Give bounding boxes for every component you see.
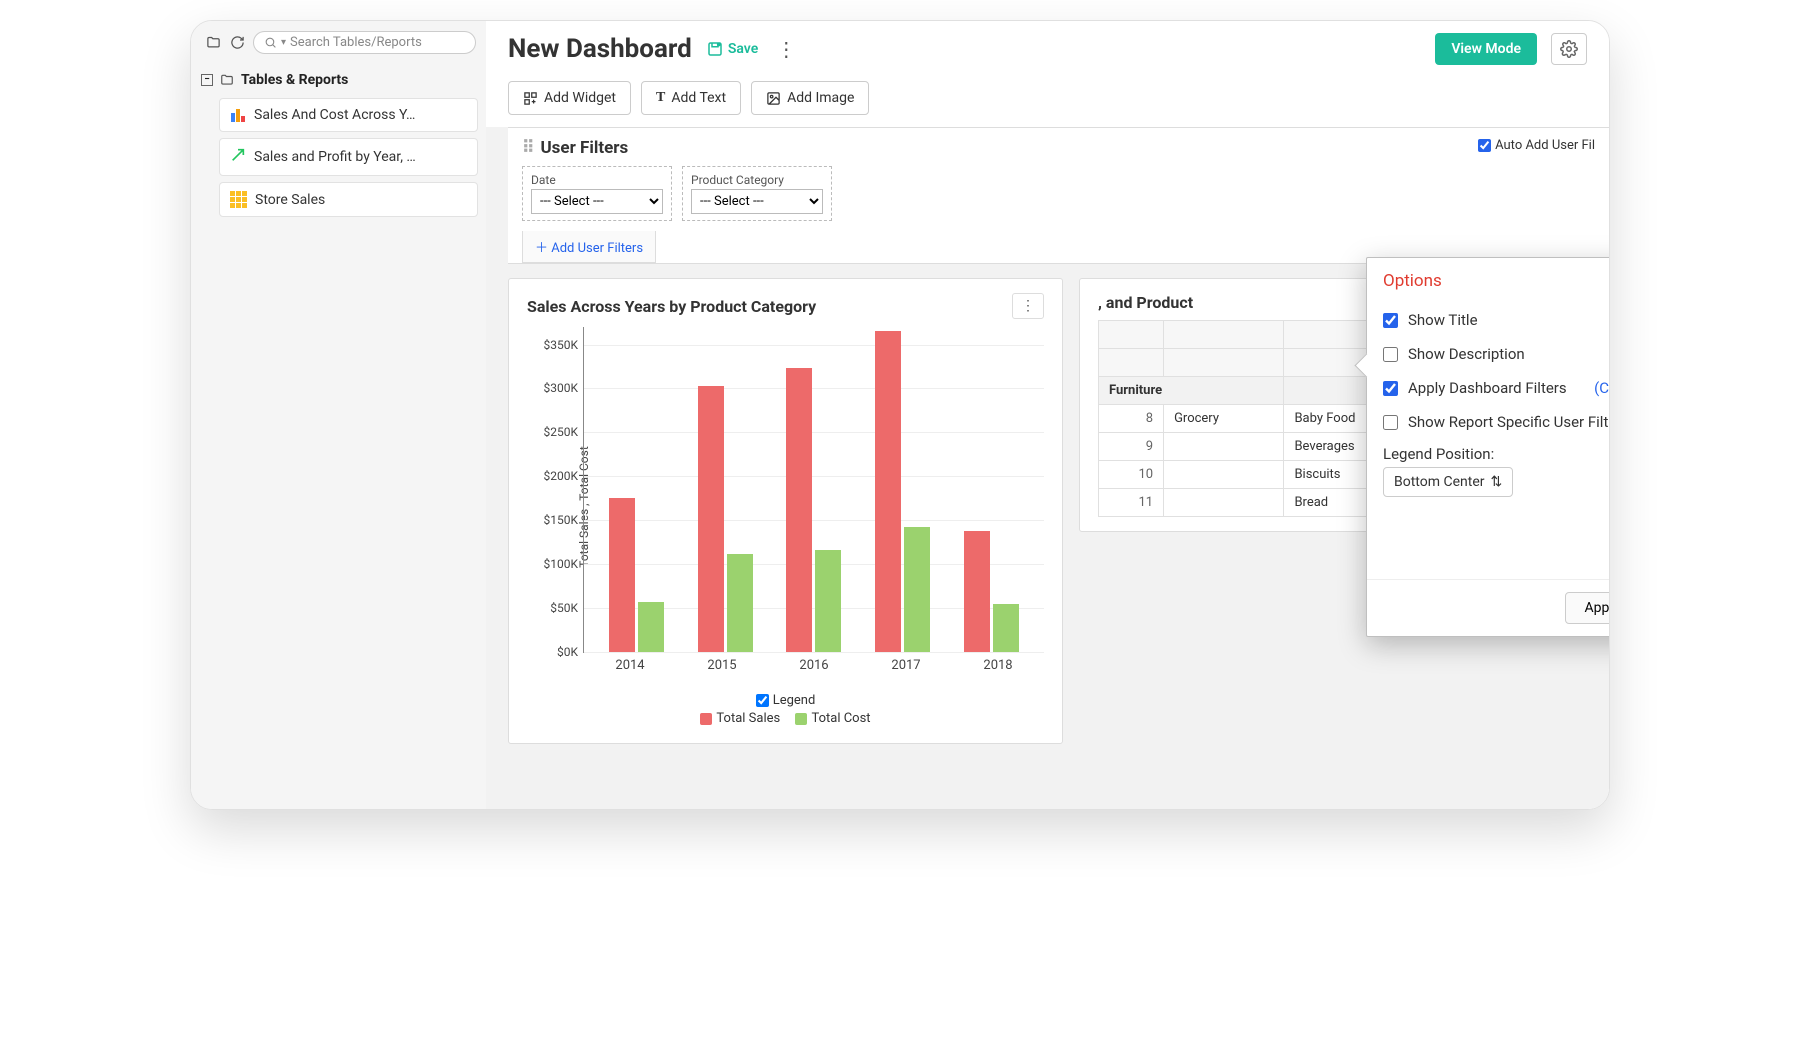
chart-options-menu[interactable]: ⋮ — [1012, 293, 1044, 319]
chart-title: Sales Across Years by Product Category — [527, 297, 816, 316]
legend-item-cost[interactable]: Total Cost — [795, 711, 870, 726]
options-popover: Options ✕ Show Title Show Description Ap… — [1366, 257, 1610, 637]
bar-chart-icon — [230, 107, 246, 123]
popover-title: Options — [1383, 271, 1442, 291]
more-menu-icon[interactable]: ⋮ — [772, 37, 800, 61]
chart-plot: $0K$50K$100K$150K$200K$250K$300K$350K201… — [583, 327, 1044, 653]
auto-add-user-filter[interactable]: Auto Add User Fil — [1478, 138, 1595, 153]
view-mode-button[interactable]: View Mode — [1435, 33, 1537, 65]
table-title-suffix: , and Product — [1098, 293, 1193, 312]
user-filters-panel: ⠿User Filters Auto Add User Fil Date--- … — [508, 127, 1609, 264]
opt-show-report-filter[interactable]: Show Report Specific User Filter — [1383, 405, 1610, 439]
settings-button[interactable] — [1551, 33, 1587, 65]
tree-item-store-sales[interactable]: Store Sales — [219, 182, 478, 217]
chart-widget: Sales Across Years by Product Category ⋮… — [508, 278, 1063, 744]
table-grid-icon — [230, 191, 247, 208]
legend-position-select[interactable]: Bottom Center ⇅ — [1383, 467, 1513, 497]
tree-item-sales-cost[interactable]: Sales And Cost Across Y… — [219, 98, 478, 132]
sidebar: ▾ Search Tables/Reports − Tables & Repor… — [191, 21, 486, 809]
search-placeholder: Search Tables/Reports — [290, 35, 422, 50]
legend-position-label: Legend Position: — [1383, 439, 1610, 467]
save-button[interactable]: Save — [706, 40, 758, 58]
add-text-button[interactable]: TAdd Text — [641, 81, 741, 115]
legend-item-sales[interactable]: Total Sales — [700, 711, 780, 726]
customize-link[interactable]: (Customize) — [1594, 379, 1610, 397]
apply-button[interactable]: Apply — [1565, 592, 1610, 624]
tree-item-sales-profit[interactable]: Sales and Profit by Year, … — [219, 138, 478, 176]
opt-apply-dashboard-filters[interactable]: Apply Dashboard Filters (Customize) — [1383, 371, 1610, 405]
tree-header[interactable]: − Tables & Reports — [191, 64, 486, 96]
opt-show-title[interactable]: Show Title — [1383, 303, 1610, 337]
filter-date[interactable]: Date--- Select --- — [522, 166, 672, 221]
folder-icon[interactable] — [205, 35, 222, 50]
legend-toggle[interactable]: Legend — [756, 693, 816, 708]
add-user-filters-button[interactable]: ＋ Add User Filters — [522, 231, 656, 263]
search-input[interactable]: ▾ Search Tables/Reports — [253, 31, 476, 54]
page-title: New Dashboard — [508, 34, 692, 64]
chevron-up-down-icon: ⇅ — [1490, 474, 1502, 490]
filter-product-category[interactable]: Product Category--- Select --- — [682, 166, 832, 221]
add-widget-button[interactable]: Add Widget — [508, 81, 631, 115]
refresh-icon[interactable] — [230, 35, 245, 50]
arrow-up-right-icon — [230, 147, 246, 167]
add-image-button[interactable]: Add Image — [751, 81, 869, 115]
opt-show-description[interactable]: Show Description — [1383, 337, 1610, 371]
